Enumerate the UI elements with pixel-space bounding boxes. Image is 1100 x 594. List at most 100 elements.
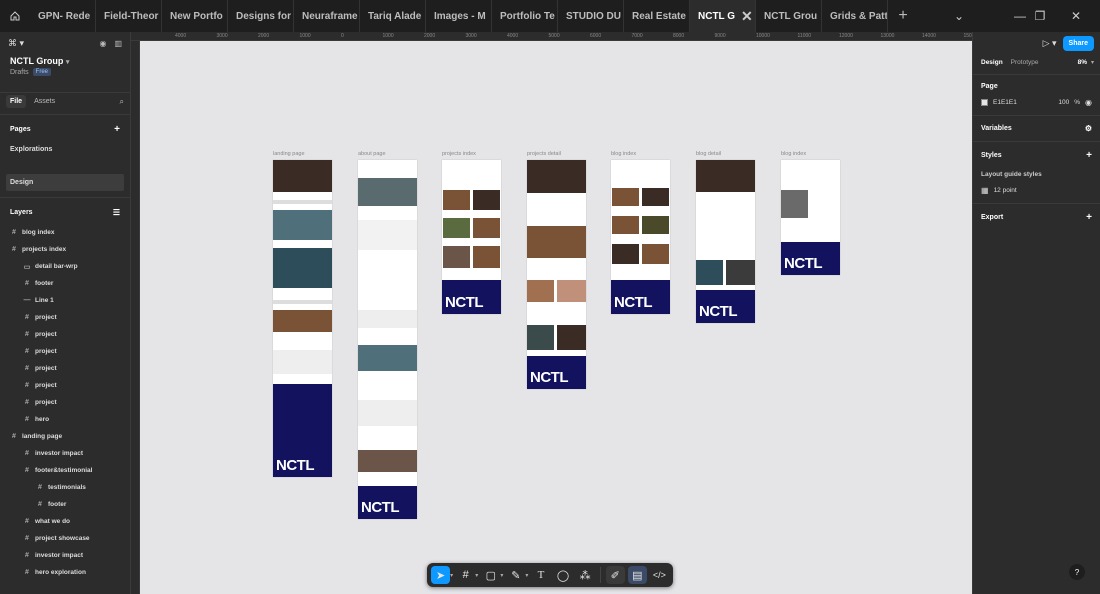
design-frame[interactable]: NCTL [611, 160, 670, 314]
layer-item[interactable]: # project [0, 343, 130, 360]
layer-item[interactable]: # project [0, 326, 130, 343]
eye-icon[interactable]: ◉ [99, 39, 106, 48]
tab-file-6[interactable]: Images - M [426, 0, 492, 32]
layer-item[interactable]: # footer&testimonial [0, 462, 130, 479]
design-frame[interactable]: NCTL [442, 160, 501, 314]
design-mode-icon[interactable]: ▤ [627, 566, 647, 584]
text-tool-icon[interactable]: T [531, 566, 550, 584]
layer-item[interactable]: # landing page [0, 428, 130, 445]
search-icon[interactable]: ⌕ [120, 97, 124, 107]
design-frame[interactable]: NCTL [358, 160, 417, 519]
frame-content-block [642, 244, 669, 264]
move-tool-icon[interactable]: ➤ [431, 566, 451, 584]
variables-settings-icon[interactable]: ⚙ [1085, 124, 1092, 133]
layer-item[interactable]: # projects index [0, 241, 130, 258]
add-page-icon[interactable]: + [114, 124, 120, 135]
layer-item[interactable]: ▭ detail bar-wrp [0, 258, 130, 275]
layer-type-icon: # [25, 399, 29, 406]
layer-item[interactable]: # hero exploration [0, 564, 130, 581]
frame-label[interactable]: about page [358, 151, 386, 157]
page-opacity-value[interactable]: 100 [1058, 99, 1069, 106]
restore-icon[interactable]: ❐ [1022, 0, 1058, 32]
layer-item[interactable]: # project [0, 377, 130, 394]
layers-list-icon[interactable]: ☰ [113, 208, 120, 217]
tab-file-12[interactable]: Grids & Patt [822, 0, 888, 32]
zoom-level[interactable]: 8% [1078, 59, 1087, 66]
grid-style-item[interactable]: 12 point [994, 187, 1017, 194]
project-name[interactable]: NCTL Group ▾ [0, 54, 130, 66]
frame-label[interactable]: projects detail [527, 151, 561, 157]
tab-file-8[interactable]: STUDIO DU [558, 0, 624, 32]
frame-label[interactable]: projects index [442, 151, 476, 157]
ruler-tick: 0 [341, 33, 344, 39]
tab-file-3[interactable]: Designs for [228, 0, 294, 32]
comment-tool-icon[interactable]: ◯ [554, 566, 573, 584]
layer-item[interactable]: # testimonials [0, 479, 130, 496]
tab-file-9[interactable]: Real Estate [624, 0, 690, 32]
add-export-icon[interactable]: + [1086, 212, 1092, 223]
layer-item[interactable]: # blog index [0, 224, 130, 241]
tab-file-11[interactable]: NCTL Grou [756, 0, 822, 32]
layer-item[interactable]: # footer [0, 275, 130, 292]
main-menu-icon[interactable]: ⌘ ▾ [8, 38, 24, 49]
page-item-design[interactable]: Design [6, 174, 124, 191]
draw-mode-icon[interactable]: ✐ [605, 566, 625, 584]
tab-file[interactable]: File [6, 95, 27, 108]
tab-file-10[interactable]: NCTL G ✕ [690, 0, 756, 32]
design-frame[interactable]: NCTL [273, 160, 332, 477]
tab-prototype[interactable]: Prototype [1009, 57, 1041, 68]
share-button[interactable]: Share [1062, 35, 1094, 51]
close-tab-icon[interactable]: ✕ [741, 8, 753, 25]
layer-item[interactable]: # project showcase [0, 530, 130, 547]
layer-label: hero [35, 416, 50, 423]
layer-item[interactable]: # investor impact [0, 547, 130, 564]
close-window-icon[interactable]: ✕ [1058, 0, 1094, 32]
layer-item[interactable]: # hero [0, 411, 130, 428]
frame-label[interactable]: blog detail [696, 151, 721, 157]
design-frame[interactable]: NCTL [781, 160, 840, 275]
chevron-down-icon[interactable]: ⌄ [941, 0, 977, 32]
layer-item[interactable]: # investor impact [0, 445, 130, 462]
actions-tool-icon[interactable]: ⁂ [576, 566, 595, 584]
tab-file-1[interactable]: Field-Theor [96, 0, 162, 32]
layer-item[interactable]: # what we do [0, 513, 130, 530]
frame-label[interactable]: landing page [273, 151, 305, 157]
home-icon[interactable] [0, 0, 30, 32]
tab-file-5[interactable]: Tariq Alade [360, 0, 426, 32]
frame-content-block [473, 218, 500, 238]
design-frame[interactable]: NCTL [527, 160, 586, 389]
page-color-swatch[interactable] [981, 99, 988, 106]
frame-tool-icon[interactable]: # [456, 566, 475, 584]
tab-design[interactable]: Design [979, 57, 1005, 68]
design-canvas[interactable]: landing page NCTL about page NCTL projects i… [140, 41, 972, 594]
sidebar-toggle-icon[interactable]: ▥ [114, 39, 122, 48]
tab-file-0[interactable]: GPN- Rede [30, 0, 96, 32]
layer-item[interactable]: # project [0, 309, 130, 326]
variables-title[interactable]: Variables [981, 125, 1012, 132]
pen-tool-icon[interactable]: ✎ [506, 566, 525, 584]
play-icon[interactable]: ▷ ▾ [1043, 38, 1057, 49]
layer-label: project [35, 382, 57, 389]
layer-item[interactable]: # project [0, 394, 130, 411]
layer-item[interactable]: # footer [0, 496, 130, 513]
tab-assets[interactable]: Assets [30, 95, 59, 108]
design-frame[interactable]: NCTL [696, 160, 755, 323]
visibility-eye-icon[interactable]: ◉ [1085, 98, 1092, 107]
footer-logo: NCTL [445, 294, 484, 311]
right-panel: ▷ ▾ Share Design Prototype 8% ▾ Page E1E… [972, 32, 1100, 594]
help-button[interactable]: ? [1069, 564, 1085, 580]
layer-item[interactable]: — Line 1 [0, 292, 130, 309]
rectangle-tool-icon[interactable]: ▢ [481, 566, 500, 584]
tab-file-4[interactable]: Neuraframe [294, 0, 360, 32]
add-style-icon[interactable]: + [1086, 150, 1092, 161]
frame-content-block [781, 190, 808, 218]
frame-label[interactable]: blog index [611, 151, 636, 157]
tab-file-2[interactable]: New Portfo [162, 0, 228, 32]
frame-label[interactable]: blog index [781, 151, 806, 157]
tab-file-7[interactable]: Portfolio Te [492, 0, 558, 32]
page-item-explorations[interactable]: Explorations [0, 141, 130, 158]
layer-item[interactable]: # project [0, 360, 130, 377]
page-color-value[interactable]: E1E1E1 [993, 99, 1017, 106]
add-tab-icon[interactable]: + [888, 0, 918, 32]
dev-mode-icon[interactable]: </> [650, 566, 669, 584]
